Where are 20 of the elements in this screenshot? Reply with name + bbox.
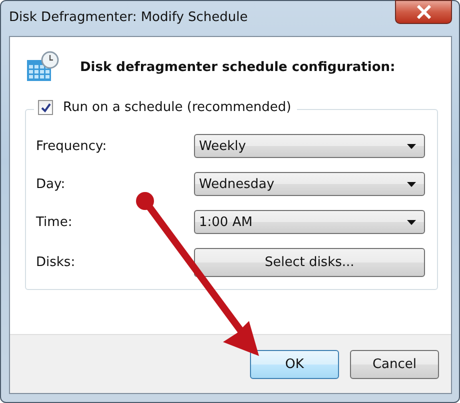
dropdown[interactable]: Wednesday <box>194 172 425 196</box>
select-disks-button[interactable]: Select disks... <box>194 248 425 277</box>
dialog-button[interactable]: OK <box>250 350 339 378</box>
dropdown[interactable]: 1:00 AM <box>194 210 425 234</box>
checkbox[interactable] <box>38 100 53 115</box>
field-label: Disks: <box>36 255 76 270</box>
heading-text: Disk defragmenter schedule configuration: <box>80 60 396 74</box>
caret-icon <box>407 182 416 186</box>
field-label: Day: <box>36 176 66 192</box>
dialog-button[interactable]: Cancel <box>350 350 439 378</box>
caret-icon <box>407 220 416 224</box>
field-label: Time: <box>36 214 74 230</box>
close-button[interactable] <box>395 0 452 24</box>
dropdown[interactable]: Weekly <box>194 134 425 158</box>
close-icon <box>416 5 432 19</box>
window-title: Disk Defragmenter: Modify Schedule <box>9 10 248 25</box>
calendar-clock-icon <box>26 51 60 83</box>
field-label: Frequency: <box>36 138 108 154</box>
caret-icon <box>407 144 416 148</box>
checkmark-icon <box>40 102 50 112</box>
